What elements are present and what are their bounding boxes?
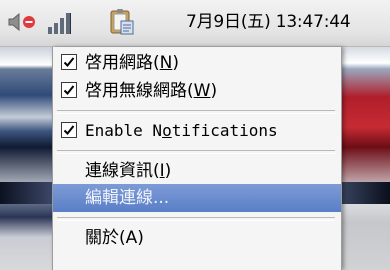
menu-item-edit-connections[interactable]: 編輯連線... — [53, 184, 341, 212]
menu-separator — [57, 150, 335, 154]
checkbox-checked-icon — [61, 54, 77, 70]
menu-item-label: 啓用無線網路(W) — [85, 81, 218, 101]
clipboard-icon[interactable] — [106, 8, 136, 36]
network-signal-icon[interactable] — [44, 8, 76, 36]
top-panel: 7月9日(五) 13:47:44 — [0, 0, 390, 47]
desktop-wallpaper-left — [0, 47, 52, 270]
menu-item-label: Enable Notifications — [85, 121, 278, 140]
menu-item-label: 編輯連線... — [85, 188, 170, 208]
menu-item-label: 連線資訊(I) — [85, 161, 172, 181]
desktop-wallpaper-band-left — [0, 182, 52, 204]
checkbox-checked-icon — [61, 82, 77, 98]
menu-item-about[interactable]: 關於(A) — [53, 224, 341, 252]
speaker-muted-icon[interactable] — [6, 8, 38, 36]
desktop-wallpaper-right — [340, 47, 390, 270]
menu-item-enable-wireless[interactable]: 啓用無線網路(W) — [53, 77, 341, 105]
menu-separator — [57, 217, 335, 221]
menu-item-enable-networking[interactable]: 啓用網路(N) — [53, 49, 341, 77]
menu-item-label: 關於(A) — [85, 228, 144, 248]
menu-item-enable-notifications[interactable]: Enable Notifications — [53, 117, 341, 145]
checkbox-checked-icon — [61, 122, 77, 138]
menu-item-connection-info[interactable]: 連線資訊(I) — [53, 157, 341, 185]
menu-item-label: 啓用網路(N) — [85, 53, 179, 73]
menu-separator — [57, 110, 335, 114]
network-context-menu: 啓用網路(N) 啓用無線網路(W) Enable Notifications 連… — [52, 47, 342, 270]
desktop-wallpaper-band-right — [340, 182, 390, 204]
clock-label[interactable]: 7月9日(五) 13:47:44 — [186, 8, 351, 36]
